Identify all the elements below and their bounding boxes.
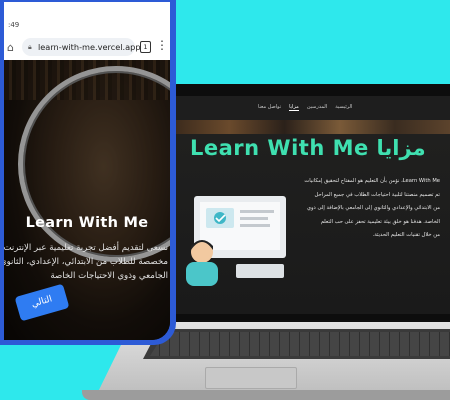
- hero-title: Learn With Me: [25, 215, 149, 231]
- nav-link-teachers[interactable]: المدرسين: [307, 104, 327, 111]
- keyboard-keys: [150, 332, 450, 356]
- laptop-trackpad: [205, 367, 297, 389]
- illustration-desk: [236, 264, 284, 278]
- phone-screen: :49 ⌂ 🔒︎ learn-with-me.vercel.app 1 ⋮ Le…: [4, 2, 170, 340]
- paragraph-line: الخاصة. هدفنا هو خلق بيئة تعليمية تحفز ع…: [320, 218, 440, 225]
- hero-description: نسعى لتقديم أفضل تجربة تعليمية عبر الإنت…: [4, 241, 168, 283]
- laptop-base-lip: [82, 390, 450, 400]
- paragraph-line: من خلال تقنيات التعليم الحديثة.: [372, 232, 440, 238]
- features-title: Learn With Me مزايا: [190, 136, 426, 160]
- nav-links: الرئيسية المدرسين مزايا تواصل معنا: [258, 104, 352, 111]
- address-bar-url[interactable]: learn-with-me.vercel.app: [38, 42, 141, 52]
- paragraph-line: من الابتدائي والإعدادي والثانوي إلى الجا…: [306, 205, 440, 211]
- status-time: :49: [8, 21, 20, 29]
- lock-icon[interactable]: 🔒︎: [28, 43, 32, 52]
- status-bar: :49: [4, 2, 170, 34]
- nav-link-features[interactable]: مزايا: [289, 104, 299, 111]
- laptop-navbar: الرئيسية المدرسين مزايا تواصل معنا: [174, 96, 450, 120]
- laptop-screen: الرئيسية المدرسين مزايا تواصل معنا Learn…: [174, 96, 450, 314]
- more-vert-icon[interactable]: ⋮: [156, 38, 168, 52]
- hero-line: الجامعي وذوي الاحتياجات الخاصة: [50, 271, 168, 281]
- paragraph-line: Learn With Me، نؤمن بأن التعليم هو المفت…: [304, 178, 440, 184]
- student-body: [186, 262, 218, 286]
- paragraph-line: تم تصميم منصتنا لتلبية احتياجات الطلاب ف…: [314, 191, 440, 198]
- nav-link-contact[interactable]: تواصل معنا: [258, 104, 281, 111]
- home-icon[interactable]: ⌂: [7, 41, 14, 54]
- student-illustration: [186, 196, 286, 286]
- hero-line: نسعى لتقديم أفضل تجربة تعليمية عبر الإنت…: [4, 243, 168, 253]
- browser-toolbar: ⌂ 🔒︎ learn-with-me.vercel.app 1 ⋮: [4, 34, 170, 61]
- features-paragraph: Learn With Me، نؤمن بأن التعليم هو المفت…: [282, 175, 440, 243]
- header-photo-strip: [174, 120, 450, 134]
- nav-link-home[interactable]: الرئيسية: [335, 104, 352, 111]
- tab-count-button[interactable]: 1: [140, 41, 151, 53]
- hero-line: مخصصة للطلاب من الابتدائي، الإعدادي، الث…: [4, 257, 168, 267]
- check-circle-icon: [214, 212, 226, 224]
